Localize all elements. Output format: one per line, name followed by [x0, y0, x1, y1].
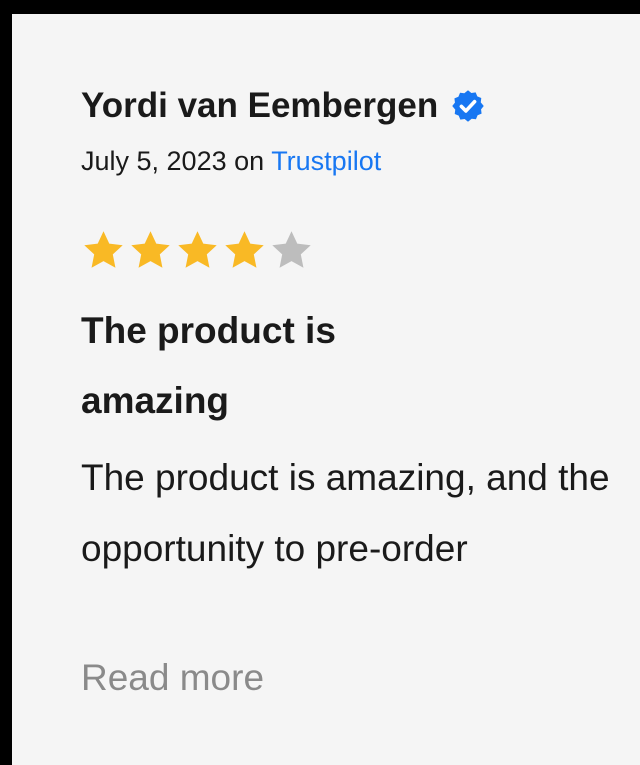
star-rating — [80, 227, 315, 274]
reviewer-name: Yordi van Eembergen — [81, 86, 439, 125]
star-filled-icon — [178, 231, 217, 268]
review-body: The product is amazing, and the opportun… — [81, 457, 610, 569]
review-title: The product is amazing — [81, 310, 336, 421]
star-filled-icon — [131, 231, 170, 268]
star-filled-icon — [225, 231, 264, 268]
verified-badge-icon — [450, 88, 486, 124]
review-date: July 5, 2023 — [81, 146, 227, 176]
read-more-link[interactable]: Read more — [81, 653, 264, 703]
review-on-text: on — [234, 146, 265, 176]
review-meta: July 5, 2023 on Trustpilot — [81, 144, 381, 178]
reviewer-header: Yordi van Eembergen — [81, 84, 486, 128]
star-empty-icon — [272, 231, 311, 268]
star-filled-icon — [84, 231, 123, 268]
review-card: Yordi van Eembergen July 5, 2023 on Trus… — [12, 14, 640, 765]
review-source-link[interactable]: Trustpilot — [271, 146, 381, 176]
